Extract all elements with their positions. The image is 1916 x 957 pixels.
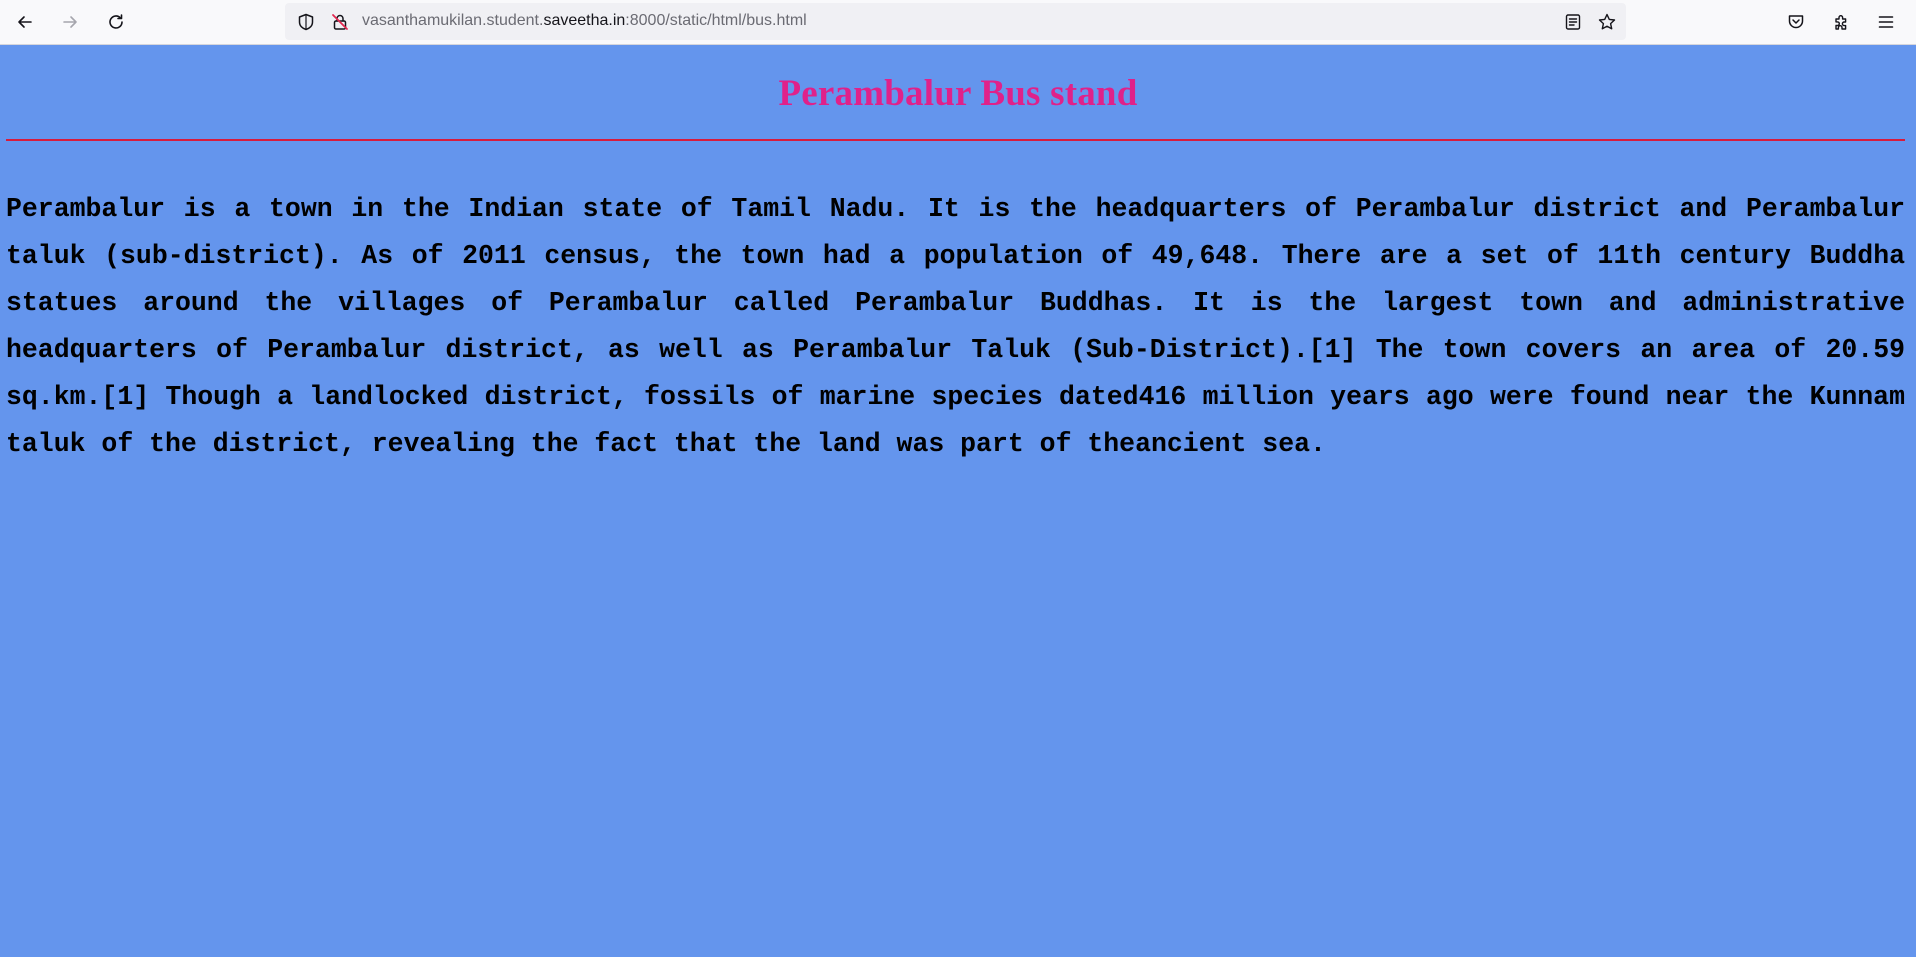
puzzle-icon bbox=[1835, 15, 1847, 30]
bookmark-button[interactable] bbox=[1596, 11, 1618, 33]
pocket-icon bbox=[1788, 15, 1804, 29]
body-paragraph: Perambalur is a town in the Indian state… bbox=[6, 194, 1905, 459]
browser-toolbar: vasanthamukilan.student.saveetha.in:8000… bbox=[0, 0, 1916, 45]
tracking-protection-button[interactable] bbox=[295, 11, 317, 33]
page-title: Perambalur Bus stand bbox=[778, 73, 1138, 114]
forward-button[interactable] bbox=[52, 4, 88, 40]
app-menu-button[interactable] bbox=[1871, 7, 1901, 37]
reader-view-button[interactable] bbox=[1562, 11, 1584, 33]
insecure-lock-icon bbox=[332, 14, 348, 30]
url-text[interactable]: vasanthamukilan.student.saveetha.in:8000… bbox=[362, 12, 807, 30]
page-content: Perambalur Bus stand Perambalur is a tow… bbox=[0, 45, 1916, 957]
pocket-button[interactable] bbox=[1781, 7, 1811, 37]
hamburger-menu-icon bbox=[1878, 16, 1894, 28]
arrow-left-icon bbox=[18, 16, 32, 28]
reload-icon bbox=[109, 14, 123, 29]
shield-icon bbox=[298, 13, 314, 31]
arrow-right-icon bbox=[63, 16, 77, 28]
url-prefix: vasanthamukilan.student. bbox=[362, 12, 544, 29]
address-bar[interactable]: vasanthamukilan.student.saveetha.in:8000… bbox=[285, 3, 1626, 40]
horizontal-rule bbox=[6, 139, 1905, 141]
star-icon bbox=[1598, 13, 1616, 30]
extensions-button[interactable] bbox=[1827, 7, 1857, 37]
connection-info-button[interactable] bbox=[329, 11, 351, 33]
url-domain: saveetha.in bbox=[543, 12, 626, 29]
back-button[interactable] bbox=[7, 4, 43, 40]
url-suffix: :8000/static/html/bus.html bbox=[625, 12, 807, 29]
reload-button[interactable] bbox=[98, 4, 134, 40]
reader-view-icon bbox=[1565, 14, 1581, 30]
